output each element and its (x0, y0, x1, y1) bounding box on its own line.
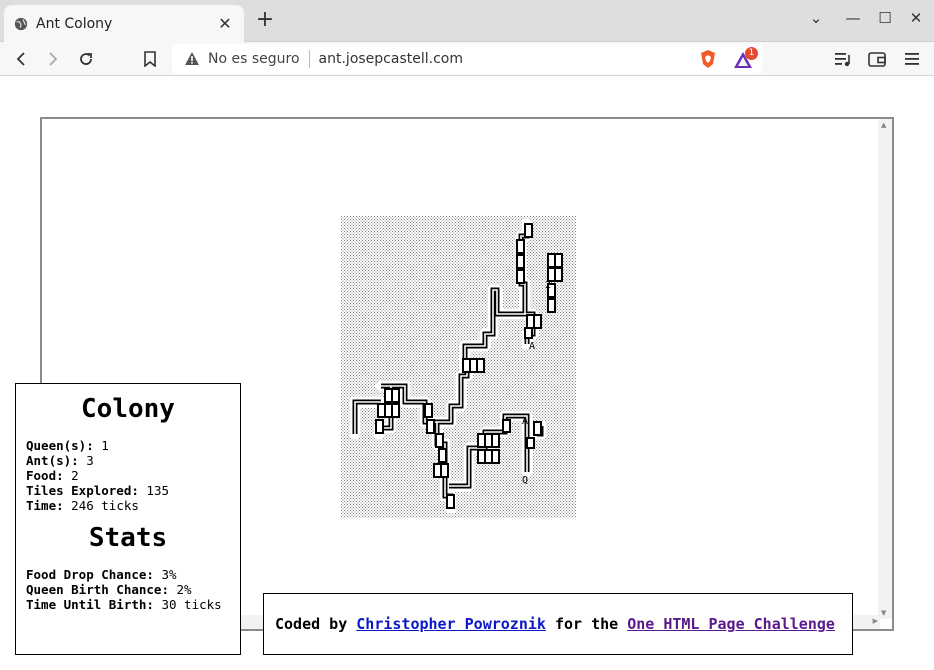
challenge-link[interactable]: One HTML Page Challenge (627, 615, 835, 633)
wallet-icon[interactable] (867, 49, 887, 69)
colony-panel: Colony Queen(s): 1 Ant(s): 3 Food: 2 Til… (15, 383, 241, 655)
scroll-right-icon[interactable]: ▶ (873, 617, 878, 625)
url-text[interactable]: ant.josepcastell.com (319, 51, 463, 67)
food-count-label: 2 (545, 280, 551, 291)
address-bar[interactable]: No es seguro ant.josepcastell.com (172, 44, 762, 74)
forward-button[interactable] (42, 48, 64, 70)
colony-map[interactable]: 2 A A Q (341, 216, 576, 518)
credits-middle: for the (554, 615, 619, 633)
new-tab-button[interactable]: + (254, 9, 276, 31)
brave-shield-icon[interactable] (698, 49, 718, 69)
vertical-scrollbar[interactable]: ▲ ▼ (878, 119, 892, 619)
globe-icon (14, 17, 28, 30)
maximize-button[interactable]: ☐ (875, 9, 895, 27)
back-icon (16, 52, 25, 66)
tiles-explored-row: Tiles Explored: 135 (26, 483, 169, 498)
tab-strip: Ant Colony ✕ + ⌄ — ☐ ✕ (0, 0, 934, 42)
close-window-button[interactable]: ✕ (906, 9, 926, 27)
colony-heading: Colony (81, 394, 175, 424)
credits-box: Coded by Christopher Powroznik for the O… (263, 593, 853, 655)
minimize-button[interactable]: — (843, 9, 863, 27)
dirt-area (341, 216, 576, 518)
ant-label: A (522, 416, 528, 427)
author-link[interactable]: Christopher Powroznik (356, 615, 546, 633)
stats-heading: Stats (88, 523, 168, 553)
ants-row: Ant(s): 3 (26, 453, 94, 468)
not-secure-label[interactable]: No es seguro (208, 51, 300, 67)
scroll-up-icon[interactable]: ▲ (881, 121, 886, 129)
food-drop-row: Food Drop Chance: 3% (26, 567, 177, 582)
chance-stats: Food Drop Chance: 3% Queen Birth Chance:… (26, 567, 230, 612)
time-row: Time: 246 ticks (26, 498, 139, 513)
bookmark-button[interactable] (139, 48, 161, 70)
rewards-badge: 1 (745, 47, 758, 60)
ant-label: A (529, 341, 535, 352)
reload-button[interactable] (75, 48, 97, 70)
tab-search-icon[interactable]: ⌄ (806, 9, 826, 27)
scroll-down-icon[interactable]: ▼ (881, 609, 886, 617)
active-tab[interactable]: Ant Colony ✕ (4, 5, 244, 42)
brave-rewards-button[interactable]: 1 (733, 47, 759, 71)
queen-birth-row: Queen Birth Chance: 2% (26, 582, 192, 597)
forward-icon (49, 52, 58, 66)
queens-row: Queen(s): 1 (26, 438, 109, 453)
toolbar: No es seguro ant.josepcastell.com 1 (0, 42, 934, 76)
bookmark-icon (144, 51, 156, 67)
birth-timer-row: Time Until Birth: 30 ticks (26, 597, 222, 612)
back-button[interactable] (10, 48, 32, 70)
media-icon[interactable] (833, 49, 853, 69)
menu-icon[interactable] (902, 49, 922, 69)
tab-close-icon[interactable]: ✕ (216, 14, 234, 33)
colony-stats: Queen(s): 1 Ant(s): 3 Food: 2 Tiles Expl… (26, 438, 230, 513)
food-row: Food: 2 (26, 468, 79, 483)
reload-icon (80, 53, 92, 65)
queen-label: Q (522, 475, 528, 486)
credits-prefix: Coded by (275, 615, 348, 633)
warning-icon (185, 52, 199, 65)
address-separator (308, 50, 310, 68)
tab-title: Ant Colony (36, 15, 113, 32)
